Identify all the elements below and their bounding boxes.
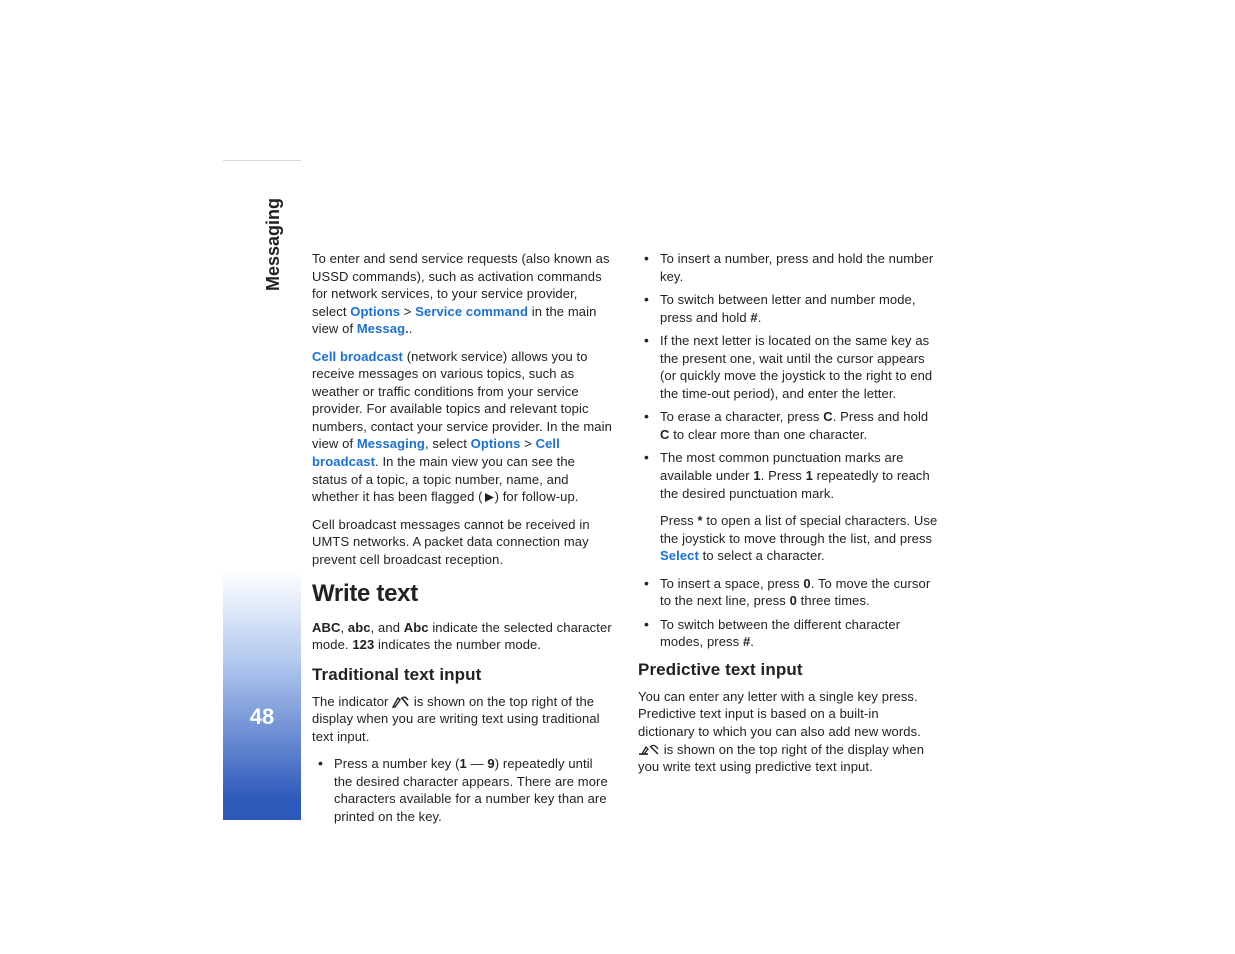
text: . [758, 310, 762, 325]
text: — [467, 756, 488, 771]
link-options: Options [350, 304, 400, 319]
text: . [750, 634, 754, 649]
bullet-list-left: Press a number key (1 — 9) repeatedly un… [312, 755, 612, 825]
paragraph-umts-note: Cell broadcast messages cannot be receiv… [312, 516, 612, 569]
link-cell-broadcast: Cell broadcast [312, 349, 403, 364]
text-bold: ABC [312, 620, 340, 635]
link-select: Select [660, 548, 699, 563]
paragraph-char-modes: ABC, abc, and Abc indicate the selected … [312, 619, 612, 654]
text: You can enter any letter with a single k… [638, 689, 921, 739]
sidebar: Messaging 48 [223, 160, 301, 820]
clear-key-icon: C [823, 409, 833, 424]
list-item: To erase a character, press C. Press and… [638, 408, 938, 443]
page-number: 48 [223, 704, 301, 730]
text: . Press and hold [833, 409, 929, 424]
text: To insert a space, press [660, 576, 803, 591]
list-item: The most common punctuation marks are av… [638, 449, 938, 564]
left-column: To enter and send service requests (also… [312, 250, 612, 834]
text: to clear more than one character. [670, 427, 868, 442]
text: To switch between letter and number mode… [660, 292, 916, 325]
page-content: To enter and send service requests (also… [312, 250, 952, 834]
key-9-icon: 9 [487, 756, 494, 771]
key-1-icon: 1 [460, 756, 467, 771]
text: , and [371, 620, 404, 635]
key-1-icon: 1 [753, 468, 760, 483]
text: > [520, 436, 535, 451]
paragraph-cell-broadcast: Cell broadcast (network service) allows … [312, 348, 612, 506]
text: is shown on the top right of the display… [638, 742, 924, 775]
flag-icon [483, 492, 495, 503]
text: To switch between the different characte… [660, 617, 900, 650]
hash-key-icon: # [750, 310, 757, 325]
text: Press a number key ( [334, 756, 460, 771]
text: Press [660, 513, 697, 528]
text: , [340, 620, 347, 635]
text: > [400, 304, 415, 319]
paragraph-ussd: To enter and send service requests (also… [312, 250, 612, 338]
key-1-icon: 1 [806, 468, 813, 483]
heading-traditional-input: Traditional text input [312, 664, 612, 687]
list-item: Press a number key (1 — 9) repeatedly un… [312, 755, 612, 825]
link-messaging: Messaging [357, 436, 425, 451]
list-item: To switch between the different characte… [638, 616, 938, 651]
link-service-command: Service command [415, 304, 528, 319]
key-0-icon: 0 [790, 593, 797, 608]
text-bold: 123 [352, 637, 374, 652]
list-item: To insert a number, press and hold the n… [638, 250, 938, 285]
text: The indicator [312, 694, 392, 709]
text: To erase a character, press [660, 409, 823, 424]
heading-predictive-input: Predictive text input [638, 659, 938, 682]
bullet-list-right: To insert a number, press and hold the n… [638, 250, 938, 651]
list-item: To switch between letter and number mode… [638, 291, 938, 326]
paragraph-indicator: The indicator is shown on the top right … [312, 693, 612, 746]
text: to select a character. [699, 548, 825, 563]
paragraph-predictive: You can enter any letter with a single k… [638, 688, 938, 776]
heading-write-text: Write text [312, 578, 612, 610]
text: . Press [761, 468, 806, 483]
predictive-indicator-icon [638, 744, 660, 756]
list-item: To insert a space, press 0. To move the … [638, 575, 938, 610]
text: . [409, 321, 413, 336]
link-options: Options [471, 436, 521, 451]
text-bold: Abc [404, 620, 429, 635]
list-item: If the next letter is located on the sam… [638, 332, 938, 402]
section-label: Messaging [263, 198, 284, 291]
key-0-icon: 0 [803, 576, 810, 591]
right-column: To insert a number, press and hold the n… [638, 250, 938, 834]
link-messag: Messag. [357, 321, 409, 336]
clear-key-icon: C [660, 427, 670, 442]
text: three times. [797, 593, 870, 608]
pencil-indicator-icon [392, 696, 410, 708]
text: , select [425, 436, 471, 451]
text: indicates the number mode. [374, 637, 541, 652]
text: ) for follow-up. [495, 489, 579, 504]
text-bold: abc [348, 620, 371, 635]
